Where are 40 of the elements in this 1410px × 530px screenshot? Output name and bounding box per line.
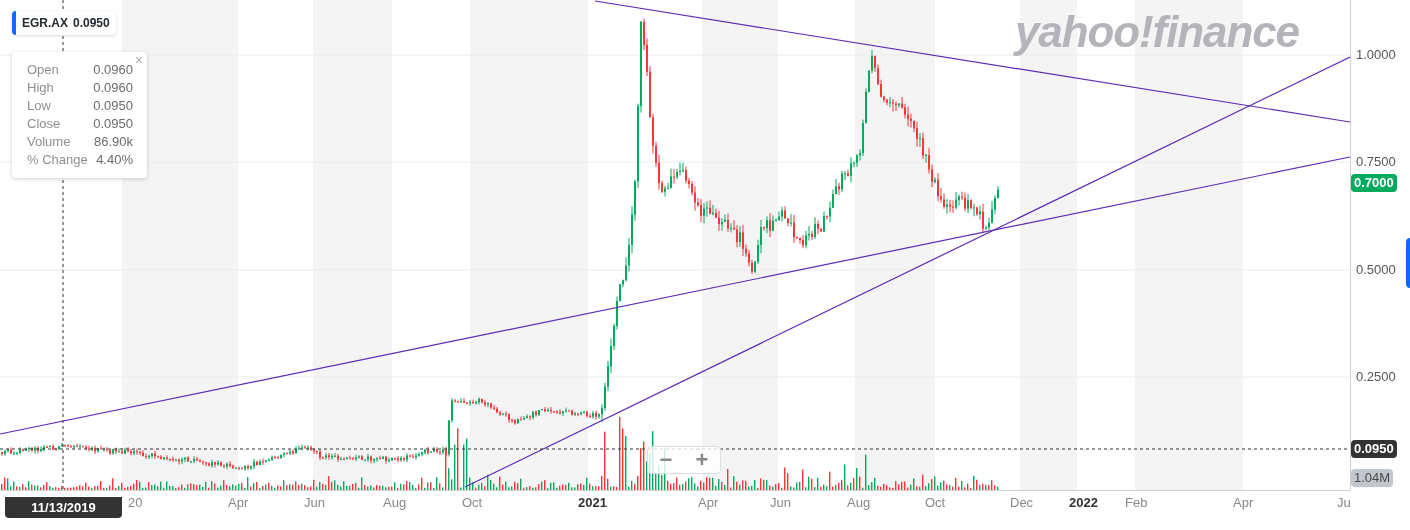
x-axis-label: Oct (925, 496, 946, 509)
field-value: 4.40% (96, 151, 133, 169)
field-label: Volume (27, 133, 71, 151)
y-axis-label: 0.2500 (1356, 370, 1396, 383)
field-value: 0.0950 (93, 115, 133, 133)
x-axis-label: Apr (1233, 496, 1254, 509)
field-value: 0.0960 (93, 79, 133, 97)
x-axis-label: Dec (1010, 496, 1034, 509)
zoom-out-button[interactable]: − (648, 447, 684, 473)
x-axis-label: 20 (128, 496, 143, 509)
field-value: 0.0950 (93, 97, 133, 115)
x-axis-label: Aug (847, 496, 871, 509)
field-label: High (27, 79, 54, 97)
field-label: Open (27, 61, 59, 79)
x-axis-label: Aug (383, 496, 407, 509)
field-label: Close (27, 115, 61, 133)
x-axis-label: Ju (1337, 496, 1351, 509)
x-axis-label: Apr (228, 496, 249, 509)
x-axis-label: Jun (304, 496, 325, 509)
y-axis-label: 0.7500 (1356, 155, 1396, 168)
x-axis-label: 2021 (578, 496, 607, 509)
x-axis-label: Oct (462, 496, 483, 509)
price-badge: 1.04M (1351, 469, 1394, 487)
y-axis-label: 0.5000 (1356, 263, 1396, 276)
zoom-in-button[interactable]: + (684, 447, 720, 473)
crosshair-date: 11/13/2019 (5, 497, 122, 518)
field-value: 86.90k (93, 133, 133, 151)
y-axis-label: 1.0000 (1356, 48, 1396, 61)
x-axis-label: Apr (698, 496, 719, 509)
watermark-logo: yahoo!finance (1015, 10, 1299, 54)
price-badge: 0.0950 (1351, 440, 1397, 458)
price-badge: 0.7000 (1351, 174, 1397, 192)
x-axis-label: Jun (770, 496, 791, 509)
field-label: % Change (27, 151, 88, 169)
field-label: Low (27, 97, 51, 115)
symbol-price: 0.0950 (72, 15, 111, 32)
field-value: 0.0960 (93, 61, 133, 79)
x-axis-label: 2022 (1069, 496, 1098, 509)
x-axis-label: Feb (1125, 496, 1148, 509)
symbol-label: EGR.AX (21, 15, 68, 32)
